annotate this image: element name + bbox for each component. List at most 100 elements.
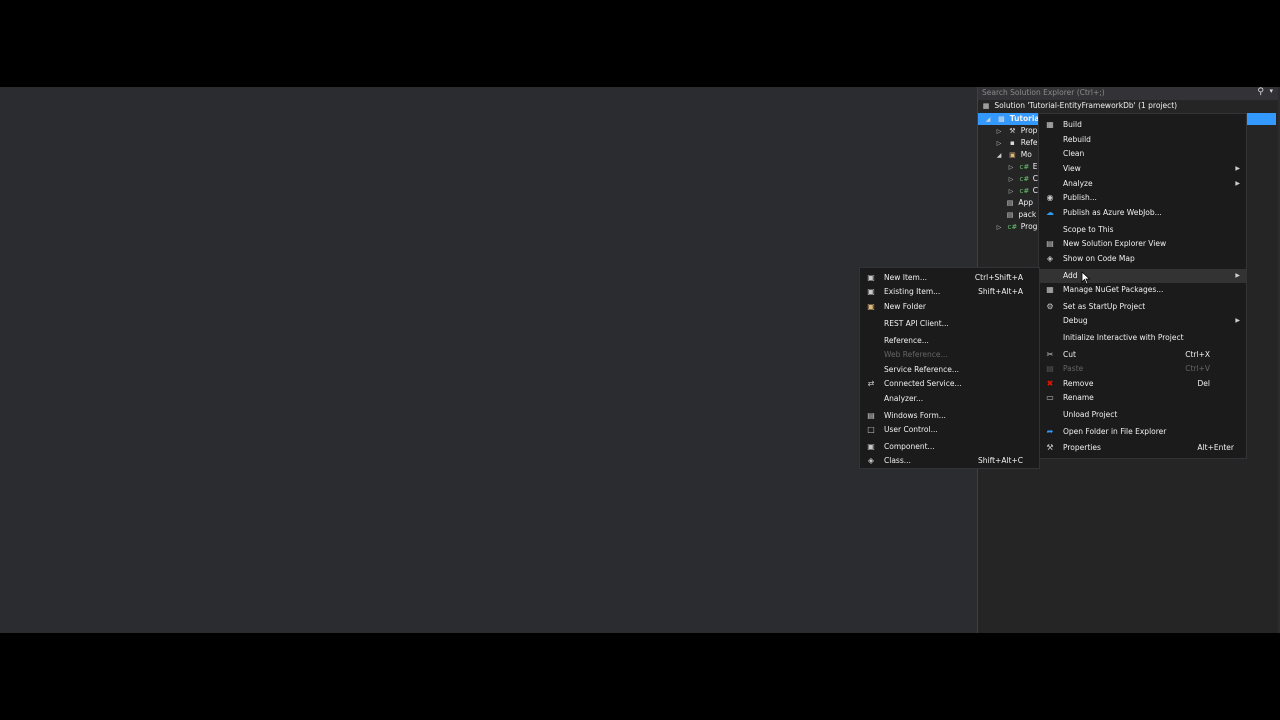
tree-row-solution[interactable]: ▦ Solution 'Tutorial-EntityFrameworkDb' … [980, 100, 1177, 112]
menu-item-paste[interactable]: ▤ Paste Ctrl+V [1039, 362, 1246, 376]
submenu-item-windows-form[interactable]: ▤ Windows Form... [860, 409, 1039, 423]
menu-item-add[interactable]: Add ▶ [1039, 269, 1246, 283]
submenu-item-service-reference[interactable]: Service Reference... [860, 363, 1039, 377]
gear-icon: ⚙ [1046, 302, 1054, 311]
menu-item-remove[interactable]: ✖ Remove Del [1039, 377, 1246, 391]
build-icon: ▦ [1046, 120, 1054, 129]
menu-item-unload-project[interactable]: Unload Project [1039, 408, 1246, 422]
expanded-arrow-icon[interactable]: ◢ [983, 114, 993, 126]
project-context-menu: ▦ Build Rebuild Clean View ▶ Analyze ▶ ◉… [1038, 113, 1247, 459]
azure-cloud-icon: ☁ [1046, 208, 1054, 217]
menu-item-rebuild[interactable]: Rebuild [1039, 133, 1246, 147]
folder-icon: ▣ [867, 302, 875, 311]
mouse-pointer-icon [1081, 271, 1091, 285]
user-control-icon: □ [867, 425, 875, 434]
csharp-project-icon: ▩ [998, 115, 1005, 123]
tree-row-label: App [1018, 198, 1034, 207]
tree-row-program[interactable]: ▷ c# Prog [994, 221, 1038, 234]
menu-item-clean[interactable]: Clean [1039, 147, 1246, 161]
search-icon[interactable]: ⚲ [1257, 87, 1264, 97]
tree-row-file[interactable]: ▷ c# E [1006, 161, 1038, 173]
menu-item-publish[interactable]: ◉ Publish... [1039, 191, 1246, 205]
tree-row-packages-config[interactable]: ▤ pack [1004, 209, 1037, 221]
tree-row-label: Mo [1020, 150, 1032, 159]
solution-explorer-search[interactable]: Search Solution Explorer (Ctrl+;) ⚲ ▾ [978, 87, 1278, 100]
component-icon: ▣ [867, 442, 875, 451]
class-icon: ◈ [867, 456, 875, 465]
tree-row-models-folder[interactable]: ◢ ▣ Mo [994, 149, 1032, 161]
menu-item-initialize-interactive[interactable]: Initialize Interactive with Project [1039, 331, 1246, 345]
submenu-arrow-icon: ▶ [1235, 180, 1240, 187]
expanded-arrow-icon[interactable]: ◢ [994, 150, 1004, 162]
submenu-item-reference[interactable]: Reference... [860, 334, 1039, 348]
tree-row-label: Prog [1020, 222, 1038, 231]
menu-item-view[interactable]: View ▶ [1039, 162, 1246, 176]
config-file-icon: ▤ [1006, 199, 1014, 207]
submenu-item-web-reference[interactable]: Web Reference... [860, 348, 1039, 362]
csharp-file-icon: c# [1007, 223, 1018, 231]
tree-row-label: pack [1018, 210, 1037, 219]
menu-item-new-solution-explorer-view[interactable]: ▤ New Solution Explorer View [1039, 237, 1246, 251]
tree-row-label: Solution 'Tutorial-EntityFrameworkDb' (1… [994, 101, 1178, 110]
tree-row-file[interactable]: ▷ c# C [1006, 185, 1038, 197]
submenu-item-new-folder[interactable]: ▣ New Folder [860, 300, 1039, 314]
menu-item-properties[interactable]: ⚒ Properties Alt+Enter [1039, 441, 1246, 455]
menu-item-publish-azure-webjob[interactable]: ☁ Publish as Azure WebJob... [1039, 206, 1246, 220]
submenu-item-analyzer[interactable]: Analyzer... [860, 392, 1039, 406]
wrench-icon: ⚒ [1009, 127, 1016, 135]
submenu-arrow-icon: ▶ [1235, 165, 1240, 172]
menu-item-set-startup[interactable]: ⚙ Set as StartUp Project [1039, 300, 1246, 314]
csharp-file-icon: c# [1019, 175, 1030, 183]
tree-row-label: E [1032, 162, 1038, 171]
menu-item-cut[interactable]: ✂ Cut Ctrl+X [1039, 348, 1246, 362]
tree-row-properties[interactable]: ▷ ⚒ Prop [994, 125, 1038, 137]
menu-item-manage-nuget[interactable]: ▦ Manage NuGet Packages... [1039, 283, 1246, 297]
search-input[interactable]: Search Solution Explorer (Ctrl+;) [982, 88, 1105, 97]
tree-row-label: Prop [1020, 126, 1038, 135]
globe-icon: ◉ [1046, 193, 1054, 202]
menu-item-show-on-code-map[interactable]: ◈ Show on Code Map [1039, 252, 1246, 266]
collapsed-arrow-icon[interactable]: ▷ [994, 222, 1004, 234]
window-icon: ▤ [1046, 239, 1054, 248]
menu-item-scope-to-this[interactable]: Scope to This [1039, 223, 1246, 237]
remove-x-icon: ✖ [1046, 379, 1054, 388]
scissors-icon: ✂ [1046, 350, 1054, 359]
open-folder-arrow-icon: ➦ [1046, 427, 1054, 436]
windows-form-icon: ▤ [867, 411, 875, 420]
existing-item-icon: ▣ [867, 287, 875, 296]
csharp-file-icon: c# [1019, 187, 1030, 195]
config-file-icon: ▤ [1006, 211, 1014, 219]
submenu-item-existing-item[interactable]: ▣ Existing Item... Shift+Alt+A [860, 285, 1039, 299]
tree-row-file[interactable]: ▷ c# C [1006, 173, 1038, 185]
submenu-arrow-icon: ▶ [1235, 317, 1240, 324]
references-icon: ▪ [1010, 139, 1015, 147]
submenu-item-user-control[interactable]: □ User Control... [860, 423, 1039, 437]
rename-icon: ▭ [1046, 393, 1054, 402]
submenu-item-new-item[interactable]: ▣ New Item... Ctrl+Shift+A [860, 271, 1039, 285]
csharp-file-icon: c# [1019, 163, 1030, 171]
tree-row-app-config[interactable]: ▤ App [1004, 197, 1033, 209]
add-submenu: ▣ New Item... Ctrl+Shift+A ▣ Existing It… [859, 267, 1040, 469]
wrench-icon: ⚒ [1046, 443, 1054, 452]
solution-icon: ▦ [982, 102, 990, 110]
submenu-item-class[interactable]: ◈ Class... Shift+Alt+C [860, 454, 1039, 468]
menu-item-debug[interactable]: Debug ▶ [1039, 314, 1246, 328]
editor-area [0, 87, 977, 633]
submenu-item-connected-service[interactable]: ⇄ Connected Service... [860, 377, 1039, 391]
menu-item-build[interactable]: ▦ Build [1039, 118, 1246, 132]
submenu-item-rest-api-client[interactable]: REST API Client... [860, 317, 1039, 331]
nuget-icon: ▦ [1046, 285, 1054, 294]
menu-item-rename[interactable]: ▭ Rename [1039, 391, 1246, 405]
menu-item-analyze[interactable]: Analyze ▶ [1039, 177, 1246, 191]
clipboard-icon: ▤ [1046, 364, 1054, 373]
new-item-icon: ▣ [867, 273, 875, 282]
submenu-arrow-icon: ▶ [1235, 272, 1240, 279]
folder-icon: ▣ [1009, 151, 1016, 159]
submenu-item-component[interactable]: ▣ Component... [860, 440, 1039, 454]
tree-row-references[interactable]: ▷ ▪ Refe [994, 137, 1038, 149]
code-map-icon: ◈ [1046, 254, 1054, 263]
connected-service-icon: ⇄ [867, 379, 875, 388]
chevron-down-icon[interactable]: ▾ [1269, 87, 1273, 95]
tree-row-project[interactable]: ◢ ▩ Tutorial [983, 113, 1042, 125]
menu-item-open-folder[interactable]: ➦ Open Folder in File Explorer [1039, 425, 1246, 439]
